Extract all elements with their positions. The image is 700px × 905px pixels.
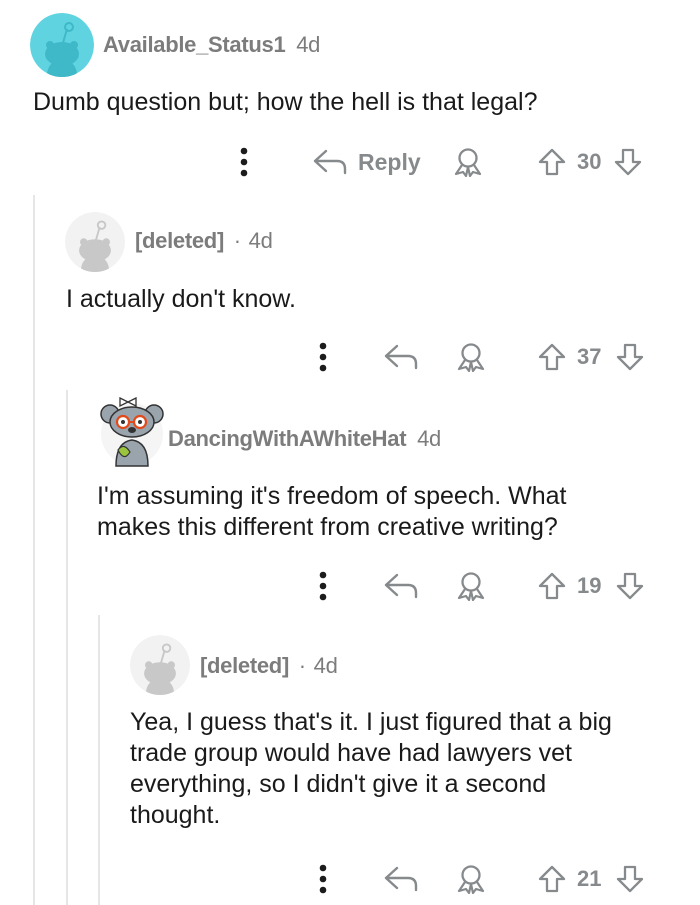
comment-age: 4d [417,426,441,451]
comment-thread: Available_Status1 4d Dumb question but; … [0,0,700,905]
award-button[interactable] [449,145,487,179]
award-button[interactable] [452,340,490,374]
downvote-arrow-icon [614,148,642,176]
more-options-button[interactable] [312,862,334,896]
snoo-avatar-icon [30,13,94,77]
comment-age: 4d [313,653,338,678]
username[interactable]: Available_Status1 [103,32,286,57]
reply-button[interactable]: Reply [312,145,421,179]
more-vertical-icon [240,147,248,177]
avatar[interactable] [98,392,166,468]
downvote-button[interactable] [611,145,645,179]
reply-button[interactable] [382,862,420,896]
more-options-button[interactable] [312,340,334,374]
separator-dot: · [298,653,306,678]
award-button[interactable] [452,862,490,896]
username[interactable]: DancingWithAWhiteHat [168,426,407,451]
upvote-arrow-icon [538,865,566,893]
reply-arrow-icon [313,149,347,175]
reply-label: Reply [358,148,421,175]
reply-arrow-icon [384,866,418,892]
reply-arrow-icon [384,573,418,599]
upvote-button[interactable] [535,862,569,896]
upvote-arrow-icon [538,343,566,371]
downvote-button[interactable] [613,569,647,603]
more-vertical-icon [319,864,327,894]
downvote-button[interactable] [613,340,647,374]
upvote-button[interactable] [535,569,569,603]
upvote-arrow-icon [538,148,566,176]
koala-avatar-icon [100,396,164,467]
downvote-button[interactable] [613,862,647,896]
upvote-arrow-icon [538,572,566,600]
comment-body: I actually don't know. [66,285,296,313]
username[interactable]: [deleted] [135,228,224,253]
vote-count: 37 [577,344,602,369]
award-icon [457,865,485,894]
default-avatar-icon [130,635,190,695]
comment-header: [deleted] · 4d [200,653,338,679]
more-options-button[interactable] [233,145,255,179]
more-vertical-icon [319,342,327,372]
vote-count: 19 [577,573,602,598]
comment-body: Yea, I guess that's it. I just figured t… [130,708,612,829]
thread-line-level-1[interactable] [33,195,35,905]
vote-count: 21 [577,866,602,891]
avatar[interactable] [30,13,94,77]
avatar[interactable] [130,635,190,695]
username[interactable]: [deleted] [200,653,289,678]
reply-button[interactable] [382,569,420,603]
more-vertical-icon [319,571,327,601]
upvote-button[interactable] [535,145,569,179]
comment-header: [deleted] · 4d [135,228,273,254]
separator-dot: · [233,228,241,253]
comment-header: Available_Status1 4d [103,32,320,58]
vote-count: 30 [577,149,602,174]
award-button[interactable] [452,569,490,603]
downvote-arrow-icon [616,865,644,893]
upvote-button[interactable] [535,340,569,374]
thread-line-level-2[interactable] [66,390,68,905]
comment-body: Dumb question but; how the hell is that … [33,88,538,116]
comment-header: DancingWithAWhiteHat 4d [168,426,441,452]
default-avatar-icon [65,212,125,272]
avatar[interactable] [65,212,125,272]
award-icon [454,148,482,177]
reply-arrow-icon [384,344,418,370]
downvote-arrow-icon [616,572,644,600]
comment-age: 4d [296,32,321,57]
award-icon [457,572,485,601]
thread-line-level-3[interactable] [98,615,100,905]
downvote-arrow-icon [616,343,644,371]
more-options-button[interactable] [312,569,334,603]
reply-button[interactable] [382,340,420,374]
award-icon [457,343,485,372]
comment-age: 4d [248,228,273,253]
comment-body: I'm assuming it's freedom of speech. Wha… [97,482,567,541]
